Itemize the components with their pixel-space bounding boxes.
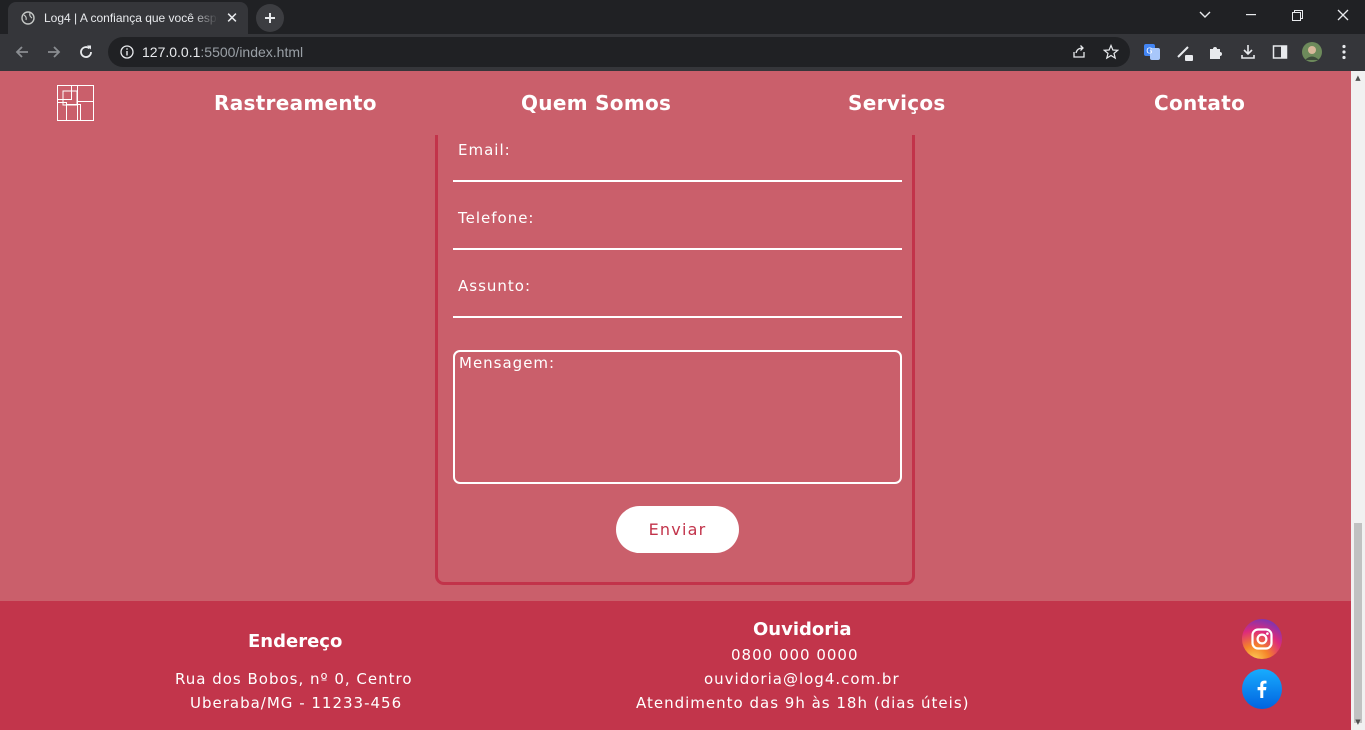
svg-text:G: G [1146, 47, 1152, 56]
page-viewport: Email: Telefone: Assunto: Mensagem: Envi… [0, 71, 1351, 730]
forward-button[interactable] [40, 38, 68, 66]
scrollbar-thumb[interactable] [1354, 523, 1362, 723]
message-textarea[interactable] [455, 352, 900, 482]
browser-tab[interactable]: Log4 | A confiança que você espera ✕ [8, 2, 248, 34]
facebook-icon [1257, 680, 1267, 698]
globe-icon [20, 10, 36, 26]
arrow-right-icon [48, 46, 61, 58]
address-title: Endereço [248, 631, 343, 652]
reload-button[interactable] [72, 38, 100, 66]
tab-title: Log4 | A confiança que você espera [44, 11, 218, 25]
scroll-up-arrow-icon[interactable]: ▲ [1354, 74, 1362, 82]
phone-input[interactable] [453, 200, 902, 248]
send-button[interactable]: Enviar [616, 506, 739, 553]
ombudsman-phone: 0800 000 0000 [731, 646, 859, 664]
chevron-down-icon [1199, 11, 1211, 18]
site-header: Rastreamento Quem Somos Serviços Contato [0, 71, 1351, 135]
logo[interactable] [57, 85, 94, 121]
restore-icon [1291, 9, 1303, 21]
kebab-menu-icon[interactable] [1334, 42, 1354, 62]
instagram-link[interactable] [1242, 619, 1282, 659]
facebook-link[interactable] [1242, 669, 1282, 709]
nav-link-rastreamento[interactable]: Rastreamento [214, 91, 377, 115]
profile-avatar[interactable] [1302, 42, 1322, 62]
ombudsman-title: Ouvidoria [753, 619, 852, 640]
page-scrollbar[interactable]: ▲ ▼ [1351, 71, 1365, 730]
address-line-1: Rua dos Bobos, nº 0, Centro [175, 670, 413, 688]
nav-link-quem-somos[interactable]: Quem Somos [521, 91, 671, 115]
browser-toolbar: 127.0.0.1:5500/index.html G [0, 34, 1365, 71]
scroll-down-arrow-icon[interactable]: ▼ [1354, 718, 1362, 726]
contact-form: Email: Telefone: Assunto: Mensagem: Envi… [435, 111, 915, 585]
back-button[interactable] [8, 38, 36, 66]
download-icon[interactable] [1238, 42, 1258, 62]
minimize-button[interactable] [1228, 0, 1274, 30]
extensions-puzzle-icon[interactable] [1206, 42, 1226, 62]
translate-extension-icon[interactable]: G [1142, 42, 1162, 62]
address-bar[interactable]: 127.0.0.1:5500/index.html [108, 37, 1130, 67]
site-footer: Endereço Rua dos Bobos, nº 0, Centro Ube… [0, 601, 1351, 730]
nav-link-contato[interactable]: Contato [1154, 91, 1245, 115]
side-panel-icon[interactable] [1270, 42, 1290, 62]
subject-field[interactable]: Assunto: [453, 268, 902, 318]
browser-tabstrip: Log4 | A confiança que você espera ✕ [0, 0, 1365, 34]
subject-input[interactable] [453, 268, 902, 316]
logo-mark-icon [57, 85, 94, 121]
restore-button[interactable] [1274, 0, 1320, 30]
tab-search-button[interactable] [1182, 0, 1228, 30]
close-tab-icon[interactable]: ✕ [224, 10, 240, 26]
email-field[interactable]: Email: [453, 132, 902, 182]
url-text: 127.0.0.1:5500/index.html [142, 44, 304, 60]
minimize-icon [1246, 14, 1256, 16]
pen-extension-icon[interactable] [1175, 42, 1195, 62]
phone-field[interactable]: Telefone: [453, 200, 902, 250]
plus-icon [265, 13, 275, 23]
bookmark-star-icon[interactable] [1102, 43, 1120, 61]
ombudsman-hours: Atendimento das 9h às 18h (dias úteis) [636, 694, 970, 712]
address-line-2: Uberaba/MG - 11233-456 [190, 694, 403, 712]
ombudsman-email: ouvidoria@log4.com.br [704, 670, 900, 688]
nav-link-servicos[interactable]: Serviços [848, 91, 946, 115]
close-window-button[interactable] [1320, 0, 1365, 30]
info-icon[interactable] [120, 45, 134, 59]
reload-icon [80, 45, 92, 58]
instagram-icon [1251, 628, 1273, 650]
email-input[interactable] [453, 132, 902, 180]
arrow-left-icon [15, 46, 28, 58]
close-icon [1337, 9, 1349, 21]
share-icon[interactable] [1070, 43, 1088, 61]
new-tab-button[interactable] [256, 4, 284, 32]
message-field[interactable]: Mensagem: [453, 350, 902, 484]
